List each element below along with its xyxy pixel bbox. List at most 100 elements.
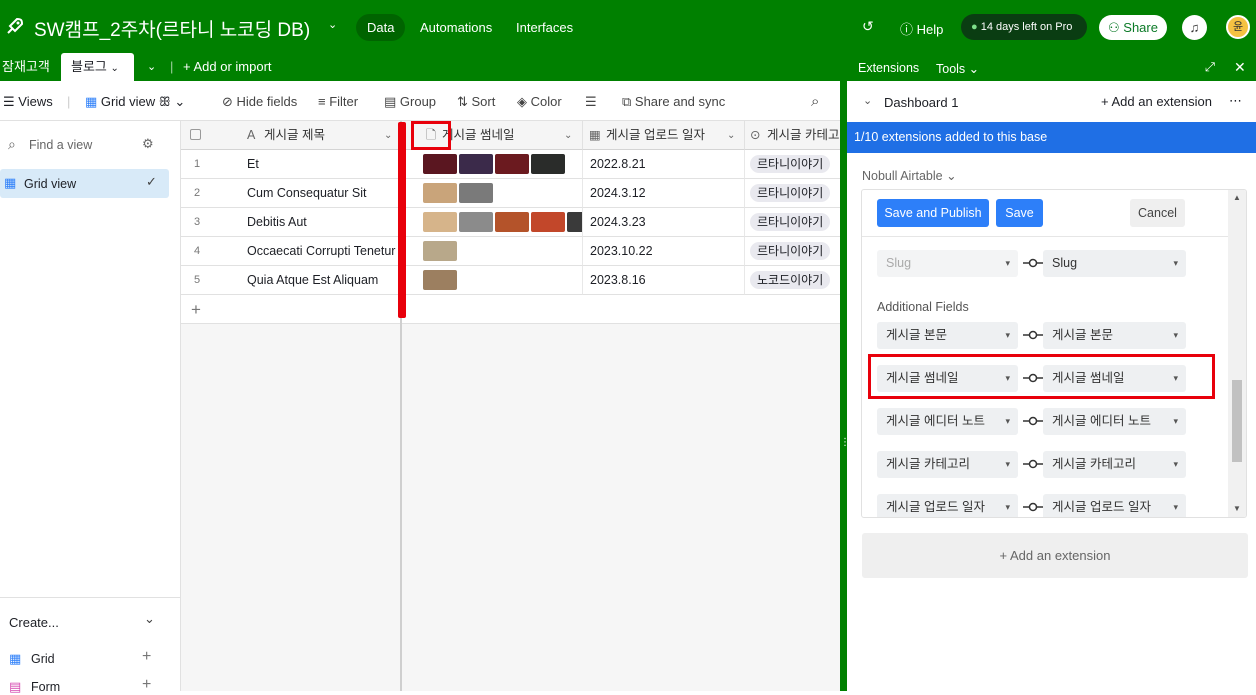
dashboard-name[interactable]: Dashboard 1 (884, 95, 958, 110)
scroll-up-icon[interactable]: ▲ (1233, 193, 1241, 202)
sidebar-item-grid-view[interactable]: ▦ Grid view ✓ (0, 169, 169, 198)
add-extension-bottom-button[interactable]: + Add an extension (862, 533, 1248, 578)
thumbnail-cell[interactable] (402, 266, 583, 295)
close-icon[interactable]: ✕ (1234, 59, 1246, 76)
thumbnail-image[interactable] (567, 212, 582, 232)
chevron-down-icon[interactable]: ⌄ (564, 121, 572, 149)
pro-trial-badge[interactable]: ● 14 days left on Pro (961, 14, 1087, 40)
thumbnail-image[interactable] (459, 154, 493, 174)
views-toggle[interactable]: ☰ Views (3, 93, 53, 111)
slug-target-select[interactable]: Slug ▾ (1043, 250, 1186, 277)
source-field-select[interactable]: 게시글 본문 ▾ (877, 322, 1018, 349)
category-cell[interactable]: 르타니이야기 (745, 208, 840, 237)
plus-icon[interactable]: + (142, 648, 151, 666)
rocket-icon[interactable] (5, 16, 25, 36)
tab-tools[interactable]: Tools ⌄ (936, 61, 979, 76)
share-sync-button[interactable]: ⧉ Share and sync (622, 93, 725, 111)
row-title[interactable]: Cum Consequatur Sit (247, 179, 367, 207)
base-title[interactable]: SW캠프_2주차(르타니 노코딩 DB) (34, 15, 310, 42)
save-publish-button[interactable]: Save and Publish (877, 199, 989, 227)
share-button[interactable]: ⚇ Share (1099, 15, 1167, 40)
thumbnail-image[interactable] (459, 183, 493, 203)
date-cell[interactable]: 2022.8.21 (583, 150, 745, 179)
nav-data[interactable]: Data (356, 14, 406, 41)
target-field-select[interactable]: 게시글 카테고리 ▾ (1043, 451, 1186, 478)
nav-interfaces[interactable]: Interfaces (505, 14, 584, 41)
date-cell[interactable]: 2023.8.16 (583, 266, 745, 295)
color-button[interactable]: ◈ Color (517, 93, 562, 111)
hide-fields-button[interactable]: ⊘ Hide fields (222, 93, 297, 111)
thumbnail-image[interactable] (531, 212, 565, 232)
table-row[interactable]: 3 Debitis Aut (181, 208, 402, 237)
bell-icon[interactable]: ♫ (1182, 15, 1207, 40)
expand-icon[interactable]: ⤢ (1205, 60, 1215, 75)
chevron-down-icon[interactable]: ⌄ (727, 121, 735, 149)
create-grid-label[interactable]: Grid (31, 652, 55, 666)
add-row-button[interactable]: + (181, 295, 402, 324)
category-cell[interactable]: 르타니이야기 (745, 150, 840, 179)
gear-icon[interactable]: ⚙ (142, 136, 154, 152)
tab-blog[interactable]: 블로그 ⌄ (61, 53, 134, 81)
thumbnail-image[interactable] (423, 212, 457, 232)
history-icon[interactable]: ↺ (862, 18, 874, 35)
header-category[interactable]: ⊙ 게시글 카테고 (745, 121, 840, 150)
avatar[interactable]: 윤 (1226, 15, 1250, 39)
source-field-select[interactable]: 게시글 업로드 일자 ▾ (877, 494, 1018, 517)
category-cell[interactable]: 르타니이야기 (745, 179, 840, 208)
save-button[interactable]: Save (996, 199, 1043, 227)
thumbnail-cell[interactable] (402, 150, 583, 179)
source-field-select[interactable]: 게시글 카테고리 ▾ (877, 451, 1018, 478)
source-field-select[interactable]: 게시글 에디터 노트 ▾ (877, 408, 1018, 435)
date-cell[interactable]: 2023.10.22 (583, 237, 745, 266)
thumbnail-image[interactable] (495, 154, 529, 174)
help-button[interactable]: ⓘ Help (900, 19, 943, 38)
thumbnail-image[interactable] (423, 183, 457, 203)
thumbnail-image[interactable] (531, 154, 565, 174)
row-height-icon[interactable]: ☰ (585, 93, 597, 111)
chevron-down-icon[interactable]: ⌄ (144, 611, 155, 627)
tab-extensions[interactable]: Extensions (858, 61, 919, 75)
select-all-checkbox[interactable] (190, 129, 201, 140)
scroll-down-icon[interactable]: ▼ (1233, 504, 1241, 513)
thumbnail-image[interactable] (423, 270, 457, 290)
group-button[interactable]: ▤ Group (384, 93, 436, 111)
thumbnail-image[interactable] (495, 212, 529, 232)
header-title[interactable]: A 게시글 제목 ⌄ (181, 121, 402, 150)
table-row[interactable]: 5 Quia Atque Est Aliquam (181, 266, 402, 295)
chevron-down-icon[interactable]: ⌄ (384, 121, 392, 149)
resize-handle[interactable]: ⋮ (840, 433, 850, 453)
add-extension-button[interactable]: + Add an extension (1101, 94, 1212, 109)
table-row[interactable]: 4 Occaecati Corrupti Tenetur (181, 237, 402, 266)
row-title[interactable]: Occaecati Corrupti Tenetur (247, 237, 395, 265)
thumbnail-image[interactable] (423, 154, 457, 174)
thumbnail-cell[interactable] (402, 237, 583, 266)
date-cell[interactable]: 2024.3.12 (583, 179, 745, 208)
scrollbar-thumb[interactable] (1232, 380, 1242, 462)
row-title[interactable]: Et (247, 150, 259, 178)
plus-icon[interactable]: + (142, 676, 151, 694)
category-cell[interactable]: 노코드이야기 (745, 266, 840, 295)
tab-leads[interactable]: 잠재고객 (2, 53, 50, 81)
target-field-select[interactable]: 게시글 본문 ▾ (1043, 322, 1186, 349)
table-row[interactable]: 2 Cum Consequatur Sit (181, 179, 402, 208)
create-section-label[interactable]: Create... (9, 615, 59, 630)
slug-source-select[interactable]: Slug ▾ (877, 250, 1018, 277)
sort-button[interactable]: ⇅ Sort (457, 93, 495, 111)
table-row[interactable]: 1 Et (181, 150, 402, 179)
thumbnail-image[interactable] (459, 212, 493, 232)
chevron-down-icon[interactable]: ⌄ (863, 94, 872, 107)
row-title[interactable]: Quia Atque Est Aliquam (247, 266, 378, 294)
filter-button[interactable]: ≡ Filter (318, 93, 358, 111)
create-form-label[interactable]: Form (31, 680, 60, 694)
target-field-select[interactable]: 게시글 업로드 일자 ▾ (1043, 494, 1186, 517)
thumbnail-cell[interactable] (402, 208, 583, 237)
find-view-input[interactable]: Find a view (29, 138, 92, 152)
cancel-button[interactable]: Cancel (1130, 199, 1185, 227)
target-field-select[interactable]: 게시글 에디터 노트 ▾ (1043, 408, 1186, 435)
grid-view-switcher[interactable]: ▦ Grid view ꕥ ⌄ (85, 93, 185, 111)
add-row-area[interactable] (402, 295, 840, 324)
date-cell[interactable]: 2024.3.23 (583, 208, 745, 237)
add-or-import-button[interactable]: + Add or import (183, 53, 272, 81)
search-icon[interactable]: ⌕ (811, 93, 819, 111)
scrollbar[interactable]: ▲ ▼ (1228, 190, 1246, 517)
